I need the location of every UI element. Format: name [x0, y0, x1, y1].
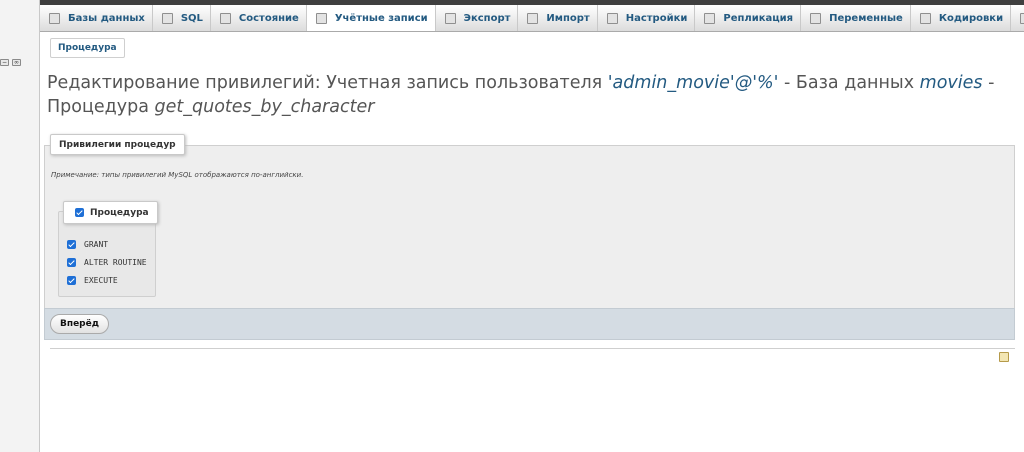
status-icon [219, 13, 231, 24]
tab-label: Настройки [625, 13, 688, 24]
privileges-note: Примечание: типы привилегий MySQL отобра… [51, 171, 304, 179]
title-account[interactable]: 'admin_movie'@'%' [608, 73, 779, 93]
grant-checkbox[interactable] [67, 240, 76, 249]
privilege-grant[interactable]: GRANT [67, 240, 108, 249]
tab-label: Базы данных [68, 13, 145, 24]
charset-icon [919, 13, 931, 24]
tab-7[interactable]: Репликация [695, 5, 802, 31]
tab-label: Импорт [546, 13, 590, 24]
tab-3[interactable]: Учётные записи [306, 5, 436, 31]
title-routine: get_quotes_by_character [154, 97, 375, 117]
privilege-label: GRANT [84, 240, 109, 249]
routine-group-legend[interactable]: Процедура [63, 201, 158, 224]
tab-label: Кодировки [938, 13, 1004, 24]
database-icon [49, 13, 60, 24]
tab-label: SQL [180, 13, 203, 24]
export-icon [444, 13, 456, 24]
nav-controls: − ∞ [0, 59, 21, 66]
execute-checkbox[interactable] [67, 276, 76, 285]
routine-group-label: Процедура [90, 207, 149, 218]
console-icon[interactable] [999, 352, 1009, 362]
tab-10[interactable]: Типы таблиц [1011, 5, 1024, 31]
form-footer [44, 308, 1015, 340]
tab-label: Репликация [723, 13, 794, 24]
tab-6[interactable]: Настройки [598, 5, 696, 31]
privilege-execute[interactable]: EXECUTE [67, 276, 118, 285]
variables-icon [810, 13, 822, 24]
sql-icon [161, 13, 173, 24]
page: − ∞ Базы данных SQL Состояние Учётные запис… [0, 0, 1024, 452]
title-prefix: Редактирование привилегий: Учетная запис… [47, 73, 608, 93]
tab-1[interactable]: SQL [153, 5, 211, 31]
fieldset-legend: Привилегии процедур [50, 134, 185, 155]
users-icon [315, 12, 327, 24]
privilege-label: EXECUTE [84, 276, 118, 285]
tab-label: Состояние [238, 13, 299, 24]
tab-2[interactable]: Состояние [211, 5, 307, 31]
collapse-icon[interactable]: − [0, 59, 9, 66]
tab-label: Переменные [829, 13, 903, 24]
tab-5[interactable]: Импорт [518, 5, 598, 31]
title-database[interactable]: movies [920, 73, 983, 93]
privilege-label: ALTER ROUTINE [84, 258, 147, 267]
select-all-checkbox[interactable] [75, 208, 84, 217]
divider [50, 348, 1015, 349]
wrench-icon [606, 13, 618, 24]
link-icon[interactable]: ∞ [12, 59, 21, 66]
privilege-alter-routine[interactable]: ALTER ROUTINE [67, 258, 147, 267]
tab-8[interactable]: Переменные [801, 5, 911, 31]
engines-icon [1020, 13, 1024, 24]
privileges-fieldset [44, 145, 1015, 308]
title-mid: - База данных [778, 73, 920, 93]
tab-9[interactable]: Кодировки [911, 5, 1012, 31]
tab-label: Учётные записи [334, 12, 428, 24]
tab-routine[interactable]: Процедура [50, 38, 125, 58]
replication-icon [704, 13, 716, 24]
navigation-panel: − ∞ [0, 0, 40, 452]
tab-0[interactable]: Базы данных [40, 5, 153, 31]
alter-routine-checkbox[interactable] [67, 258, 76, 267]
main-tabs: Базы данных SQL Состояние Учётные записи Экс… [40, 5, 1024, 32]
tab-4[interactable]: Экспорт [436, 5, 519, 31]
go-button[interactable]: Вперёд [50, 314, 109, 334]
import-icon [527, 13, 539, 24]
tab-label: Экспорт [463, 13, 511, 24]
page-title: Редактирование привилегий: Учетная запис… [47, 71, 1007, 119]
